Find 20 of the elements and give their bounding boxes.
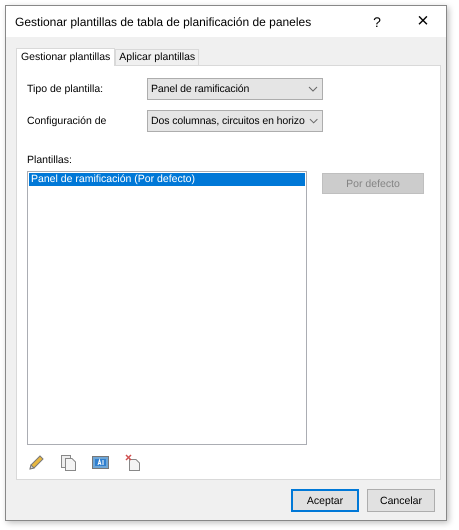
pencil-icon[interactable] <box>28 454 45 471</box>
tab[interactable]: Aplicar plantillas <box>115 49 200 65</box>
list-label: Plantillas: <box>27 154 73 166</box>
chevron-down-icon <box>308 118 318 124</box>
ok-button[interactable]: Aceptar <box>291 489 359 512</box>
field-label: Tipo de plantilla: <box>27 83 104 95</box>
copy-icon[interactable] <box>60 454 77 471</box>
cancel-button[interactable]: Cancelar <box>367 489 435 512</box>
field-label: Configuración de <box>27 115 108 127</box>
delete-page-icon[interactable] <box>124 454 141 471</box>
dropdown[interactable]: Panel de ramificación <box>147 78 323 100</box>
template-list[interactable]: Panel de ramificación (Por defecto) <box>27 171 307 445</box>
tab[interactable]: Gestionar plantillas <box>16 48 116 66</box>
help-button[interactable]: ? <box>354 14 400 30</box>
close-button[interactable]: × <box>400 10 446 33</box>
rename-icon[interactable] <box>92 454 109 471</box>
dropdown[interactable]: Dos columnas, circuitos en horizo <box>147 110 323 132</box>
list-item[interactable]: Panel de ramificación (Por defecto) <box>29 173 305 186</box>
chevron-down-icon <box>308 86 318 92</box>
window-title: Gestionar plantillas de tabla de planificación de paneles <box>15 14 312 28</box>
